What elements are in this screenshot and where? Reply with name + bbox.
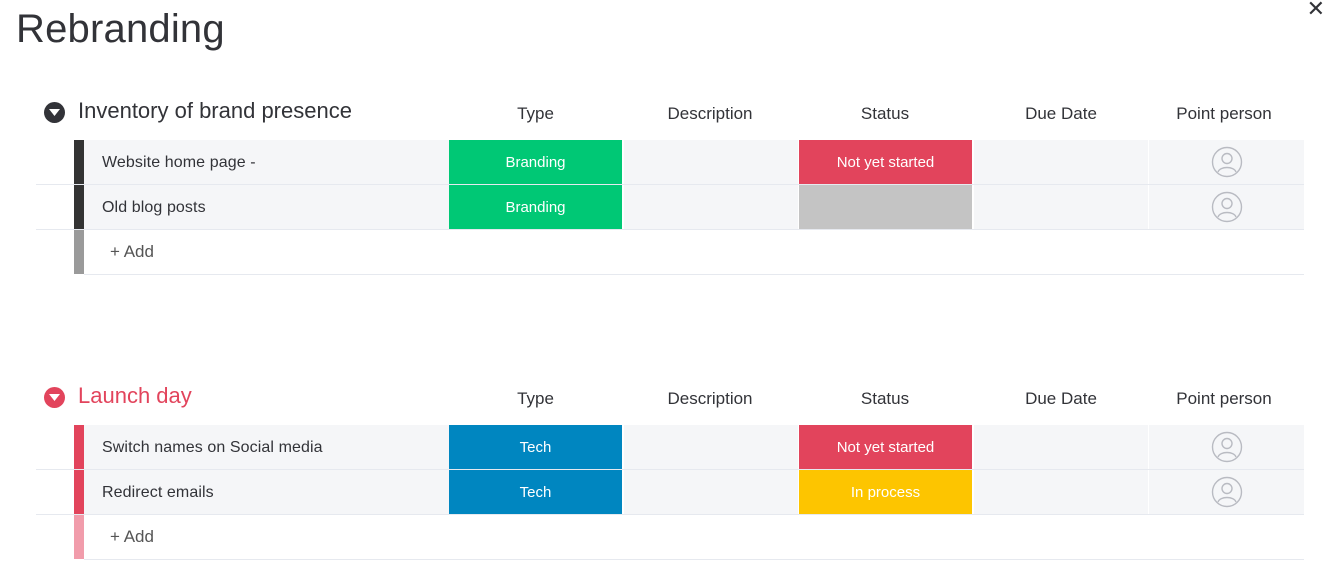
status-label: Not yet started: [836, 153, 935, 171]
board-title[interactable]: Rebranding: [16, 6, 225, 52]
group-title[interactable]: Inventory of brand presence: [78, 98, 352, 124]
due-date-cell[interactable]: [974, 185, 1148, 229]
description-cell[interactable]: [624, 425, 798, 469]
column-header-point-person[interactable]: Point person: [1149, 389, 1299, 409]
row-color-stripe: [74, 425, 84, 469]
table-row[interactable]: Website home page - Branding Not yet sta…: [36, 140, 1304, 185]
add-item-row[interactable]: + Add: [36, 515, 1304, 560]
row-color-stripe: [74, 230, 84, 274]
type-cell[interactable]: Branding: [449, 140, 622, 184]
person-icon: [1211, 431, 1242, 463]
add-item-row[interactable]: + Add: [36, 230, 1304, 275]
person-icon: [1211, 191, 1242, 223]
table-row[interactable]: Old blog posts Branding: [36, 185, 1304, 230]
point-person-cell[interactable]: [1149, 425, 1304, 469]
type-label: Branding: [505, 153, 566, 171]
status-cell[interactable]: [799, 185, 972, 229]
type-cell[interactable]: Tech: [449, 470, 622, 514]
group-header: Launch day Type Description Status Due D…: [0, 380, 1323, 424]
table-row[interactable]: Switch names on Social media Tech Not ye…: [36, 425, 1304, 470]
person-icon: [1211, 476, 1242, 508]
point-person-cell[interactable]: [1149, 140, 1304, 184]
row-color-stripe: [74, 185, 84, 229]
add-item-button[interactable]: + Add: [110, 242, 154, 262]
item-name: Website home page -: [102, 154, 256, 171]
row-color-stripe: [74, 515, 84, 559]
due-date-cell[interactable]: [974, 470, 1148, 514]
type-cell[interactable]: Tech: [449, 425, 622, 469]
item-name-cell[interactable]: Website home page -: [84, 140, 449, 184]
item-name: Switch names on Social media: [102, 439, 323, 456]
group-title[interactable]: Launch day: [78, 383, 192, 409]
table-row[interactable]: Redirect emails Tech In process: [36, 470, 1304, 515]
column-header-type[interactable]: Type: [450, 389, 621, 409]
row-color-stripe: [74, 140, 84, 184]
column-header-status[interactable]: Status: [799, 104, 971, 124]
item-name-cell[interactable]: Redirect emails: [84, 470, 449, 514]
status-cell[interactable]: In process: [799, 470, 972, 514]
status-label: Not yet started: [836, 438, 935, 456]
type-label: Tech: [519, 483, 552, 501]
row-color-stripe: [74, 470, 84, 514]
column-header-due-date[interactable]: Due Date: [974, 389, 1148, 409]
close-icon[interactable]: ✕: [1307, 0, 1323, 20]
board-page: Rebranding ✕ Inventory of brand presence…: [0, 0, 1323, 576]
description-cell[interactable]: [624, 185, 798, 229]
add-item-button[interactable]: + Add: [110, 527, 154, 547]
point-person-cell[interactable]: [1149, 470, 1304, 514]
due-date-cell[interactable]: [974, 140, 1148, 184]
column-header-type[interactable]: Type: [450, 104, 621, 124]
status-label: In process: [850, 483, 921, 501]
collapse-toggle-icon[interactable]: [44, 387, 65, 408]
collapse-toggle-icon[interactable]: [44, 102, 65, 123]
type-label: Tech: [519, 438, 552, 456]
column-header-description[interactable]: Description: [623, 389, 797, 409]
item-name-cell[interactable]: Old blog posts: [84, 185, 449, 229]
column-header-point-person[interactable]: Point person: [1149, 104, 1299, 124]
column-header-description[interactable]: Description: [623, 104, 797, 124]
column-header-status[interactable]: Status: [799, 389, 971, 409]
item-name: Redirect emails: [102, 484, 214, 501]
description-cell[interactable]: [624, 470, 798, 514]
item-name: Old blog posts: [102, 199, 206, 216]
column-header-due-date[interactable]: Due Date: [974, 104, 1148, 124]
due-date-cell[interactable]: [974, 425, 1148, 469]
person-icon: [1211, 146, 1242, 178]
status-cell[interactable]: Not yet started: [799, 140, 972, 184]
group-header: Inventory of brand presence Type Descrip…: [0, 95, 1323, 139]
type-label: Branding: [505, 198, 566, 216]
type-cell[interactable]: Branding: [449, 185, 622, 229]
item-name-cell[interactable]: Switch names on Social media: [84, 425, 449, 469]
point-person-cell[interactable]: [1149, 185, 1304, 229]
description-cell[interactable]: [624, 140, 798, 184]
status-cell[interactable]: Not yet started: [799, 425, 972, 469]
